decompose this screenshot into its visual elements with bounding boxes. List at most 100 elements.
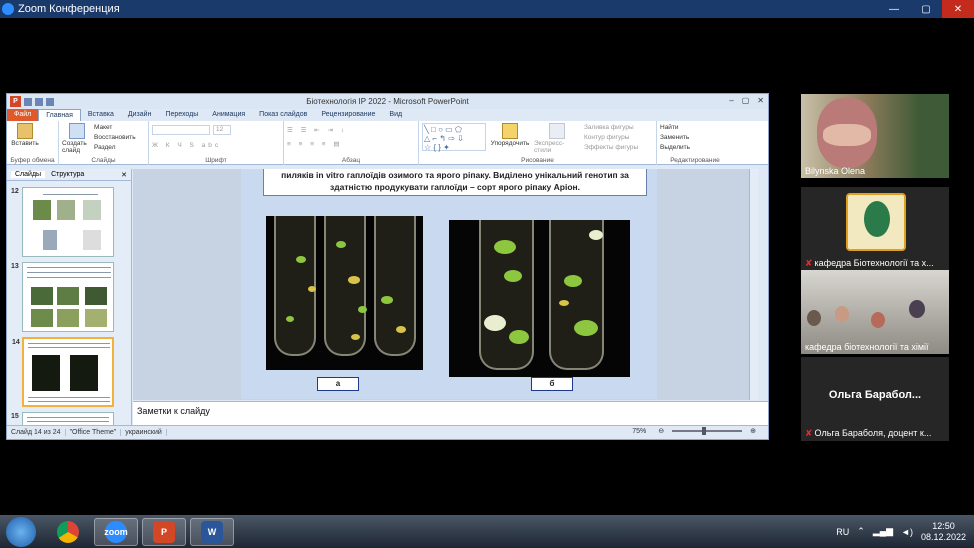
layout-button[interactable]: Макет [94,123,136,133]
zoom-slider[interactable] [672,427,743,435]
taskbar-zoom[interactable]: zoom [94,517,138,546]
font-name-field[interactable] [152,125,210,135]
ribbon-tabs: Файл Главная Вставка Дизайн Переходы Ани… [7,109,768,121]
quick-styles-button[interactable]: Экспресс-стили [534,123,580,154]
shapes-gallery[interactable]: ╲ □ ○ ▭ ⬠ △ ⌐ ↰ ⇨ ⇩ ☆ { } ✦ [422,123,486,152]
ppt-titlebar: P Біотехнологія ІР 2022 - Microsoft Powe… [7,94,768,109]
theme-name: "Office Theme" [66,429,122,436]
participant-video-tile[interactable]: ✘ кафедра Біотехнології та х... [801,187,949,271]
department-logo-icon [846,193,906,251]
tab-review[interactable]: Рецензирование [314,109,382,121]
volume-icon[interactable]: ◄) [901,527,913,537]
muted-mic-icon: ✘ [805,428,813,438]
ppt-window-controls: – ▢ ✕ [729,96,764,105]
zoom-level[interactable]: 75% [628,428,650,435]
caption-b: б [531,377,573,391]
participant-video-tile[interactable]: Ольга Барабол... ✘ Ольга Бараболя, доцент… [801,357,949,441]
maximize-icon[interactable]: ▢ [910,0,942,18]
arrange-icon [502,123,518,139]
language-indicator: украинский [121,429,167,436]
ppt-minimize-icon[interactable]: – [729,96,733,105]
ppt-status-bar: Слайд 14 из 24 "Office Theme" украинский… [7,425,768,439]
paste-icon [17,123,33,139]
slide-thumbnail[interactable]: 13 [11,262,114,332]
tab-animation[interactable]: Анимация [205,109,252,121]
notes-pane[interactable]: Заметки к слайду [133,401,768,425]
tab-transitions[interactable]: Переходы [158,109,205,121]
clipboard-group: Вставить Буфер обмена [7,121,59,165]
ribbon: Вставить Буфер обмена Создать слайд Маке… [7,121,768,165]
paste-button[interactable]: Вставить [10,123,40,147]
participant-video-tile[interactable]: Bilynska Olena [801,94,949,178]
tab-outline[interactable]: Структура [51,171,84,178]
slides-group: Создать слайд Макет Восстановить Раздел … [59,121,149,165]
list-buttons[interactable]: ☰ ☰ ⇤ ⇥ ↕ [287,126,415,136]
tab-design[interactable]: Дизайн [121,109,159,121]
close-pane-icon[interactable]: ✕ [121,171,127,179]
participant-display-name: Ольга Барабол... [828,389,922,401]
replace-button[interactable]: Заменить [660,133,730,143]
tab-file[interactable]: Файл [7,109,39,121]
select-button[interactable]: Выделить [660,143,730,153]
slide-text-box[interactable]: пиляків in vitro гаплоїдів озимого та яр… [263,169,647,196]
participant-name: кафедра біотехнології та хімії [805,342,929,352]
chrome-icon [57,520,79,543]
test-tubes-photo-a [266,216,423,370]
taskbar-chrome[interactable] [46,518,90,546]
start-button[interactable] [6,516,36,547]
ppt-close-icon[interactable]: ✕ [757,96,764,105]
zoom-icon: zoom [104,520,128,543]
zoom-controls: 75% ⊖ ⊕ [628,427,760,435]
slide-canvas: пиляків in vitro гаплоїдів озимого та яр… [133,169,758,400]
tray-overflow-icon[interactable]: ⌃ [857,526,865,537]
tab-insert[interactable]: Вставка [81,109,121,121]
slide-text-line: пиляків in vitro гаплоїдів озимого та яр… [281,170,629,180]
slide-counter: Слайд 14 из 24 [7,429,66,436]
input-language[interactable]: RU [836,527,849,537]
tab-home[interactable]: Главная [38,109,81,121]
ppt-maximize-icon[interactable]: ▢ [742,96,750,105]
system-tray: RU ⌃ ▂▄▆ ◄) 12:50 08.12.2022 [836,515,966,548]
font-format-buttons[interactable]: Ж К Ч S abc [152,141,280,151]
clock-date: 08.12.2022 [920,531,966,542]
new-slide-icon [69,123,85,139]
find-button[interactable]: Найти [660,123,730,133]
muted-mic-icon: ✘ [805,258,813,268]
font-size-field[interactable]: 12 [213,125,231,135]
tab-slides[interactable]: Слайды [11,171,46,178]
section-button[interactable]: Раздел [94,143,136,153]
taskbar-powerpoint[interactable]: P [142,517,186,546]
slide-thumbnail-selected[interactable]: 14 [12,337,114,407]
quick-styles-icon [549,123,565,139]
shape-fill-button[interactable]: Заливка фигуры [584,123,638,133]
ppt-window-title: Біотехнологія ІР 2022 - Microsoft PowerP… [306,97,469,106]
zoom-in-icon[interactable]: ⊕ [746,427,760,435]
participant-name: Bilynska Olena [805,166,866,176]
test-tubes-photo-b [449,220,630,377]
minimize-icon[interactable]: — [878,0,910,18]
clock[interactable]: 12:50 08.12.2022 [921,521,966,543]
tab-slideshow[interactable]: Показ слайдов [252,109,314,121]
slide-vertical-scrollbar[interactable] [749,169,758,400]
align-buttons[interactable]: ≡ ≡ ≡ ≡ ▤ [287,140,415,150]
reset-button[interactable]: Восстановить [94,133,136,143]
close-icon[interactable]: ✕ [942,0,974,18]
arrange-button[interactable]: Упорядочить [490,123,530,154]
font-group: 12 Ж К Ч S abc Шрифт [149,121,284,165]
taskbar-word[interactable]: W [190,517,234,546]
shape-effects-button[interactable]: Эффекты фигуры [584,143,638,153]
caption-a: а [317,377,359,391]
zoom-window-title: Zoom Конференция [18,3,120,15]
powerpoint-window: P Біотехнологія ІР 2022 - Microsoft Powe… [6,93,769,440]
current-slide: пиляків in vitro гаплоїдів озимого та яр… [241,169,657,399]
network-icon[interactable]: ▂▄▆ [873,526,893,537]
create-slide-button[interactable]: Создать слайд [62,123,92,154]
slide-thumbnail[interactable]: 12 [11,187,114,257]
zoom-logo-icon [2,3,14,15]
clock-time: 12:50 [932,520,955,531]
participant-video-tile[interactable]: кафедра біотехнології та хімії [801,270,949,354]
shape-outline-button[interactable]: Контур фигуры [584,133,638,143]
paragraph-group: ☰ ☰ ⇤ ⇥ ↕ ≡ ≡ ≡ ≡ ▤ Абзац [284,121,419,165]
zoom-out-icon[interactable]: ⊖ [654,427,668,435]
tab-view[interactable]: Вид [382,109,409,121]
